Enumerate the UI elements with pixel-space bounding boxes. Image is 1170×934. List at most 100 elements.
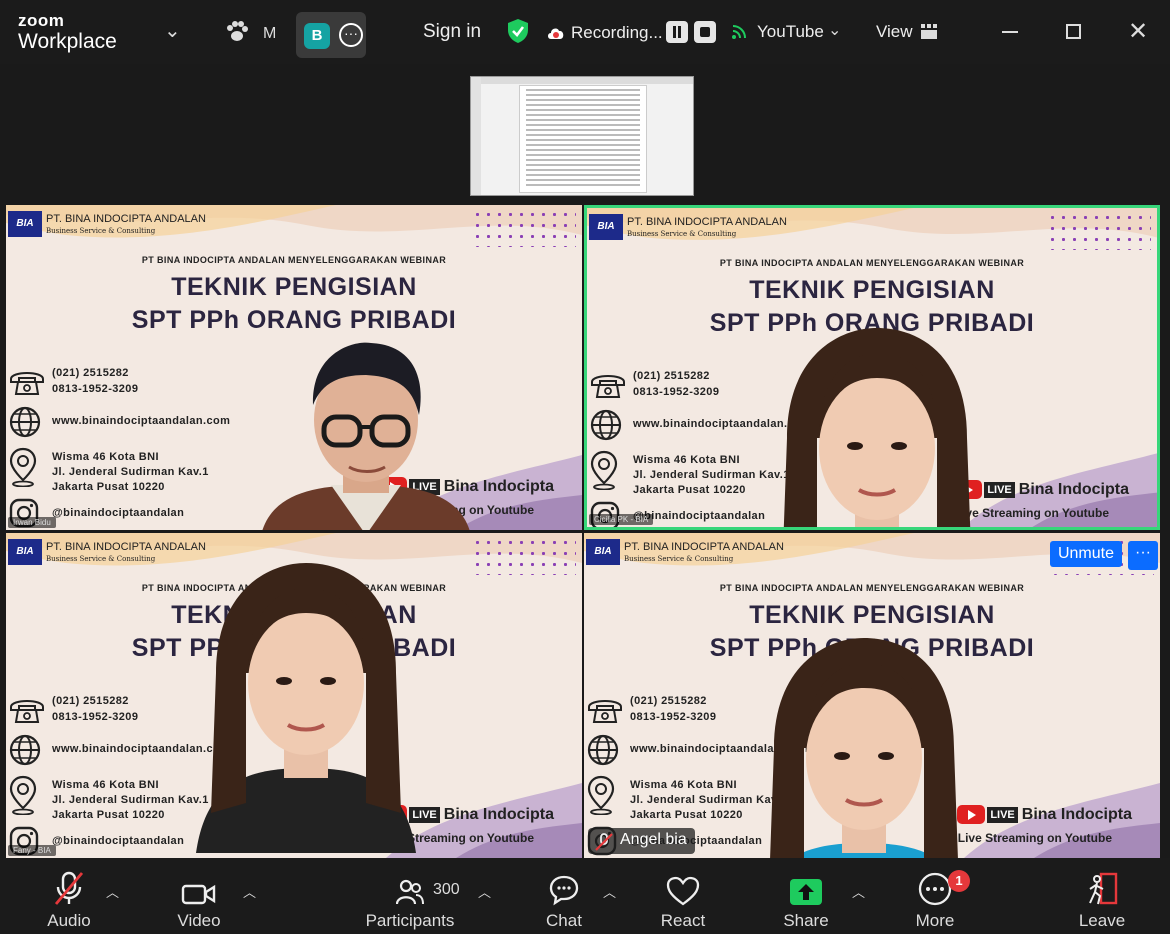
minimize-button[interactable] — [1002, 31, 1018, 33]
mobile-number: 0813-1952-3209 — [630, 711, 717, 723]
view-button[interactable]: View — [876, 22, 913, 42]
youtube-stream-menu[interactable]: YouTube — [757, 22, 824, 42]
camera-icon — [170, 858, 228, 906]
address-line-3: Jakarta Pusat 10220 — [52, 809, 165, 821]
audio-options-caret[interactable]: ︿ — [106, 882, 119, 901]
cloud-record-icon — [546, 26, 566, 45]
webinar-title-line-2: SPT PPh ORANG PRIBADI — [131, 306, 457, 334]
address-line-1: Wisma 46 Kota BNI — [52, 451, 159, 463]
mobile-number: 0813-1952-3209 — [52, 383, 139, 395]
zoom-logo: zoom Workplace — [18, 12, 117, 52]
share-button[interactable]: Share — [780, 858, 832, 931]
video-tile[interactable]: BIA PT. BINA INDOCIPTA ANDALAN Business Se… — [584, 205, 1160, 530]
location-pin-icon — [589, 450, 627, 492]
participant-video — [176, 553, 436, 858]
more-apps-icon[interactable]: ··· — [339, 23, 363, 47]
video-button[interactable]: Video — [170, 858, 228, 931]
share-options-caret[interactable]: ︿ — [852, 882, 865, 901]
mobile-number: 0813-1952-3209 — [633, 386, 720, 398]
instagram-handle: @binaindociptaandalan — [52, 835, 185, 847]
company-tagline: Business Service & Consulting — [46, 227, 156, 235]
share-label: Share — [783, 911, 829, 930]
location-pin-icon — [8, 447, 46, 489]
webinar-title-line-1: TEKNIK PENGISIAN — [749, 601, 995, 629]
brand-top-text: zoom — [18, 11, 65, 30]
webinar-eyebrow: PT BINA INDOCIPTA ANDALAN MENYELENGGARAK… — [141, 255, 447, 265]
company-name: PT. BINA INDOCIPTA ANDALAN — [46, 213, 206, 225]
company-tagline: Business Service & Consulting — [624, 555, 734, 563]
more-button[interactable]: More — [910, 858, 960, 931]
chat-button[interactable]: Chat — [538, 858, 590, 931]
globe-icon — [8, 733, 46, 766]
webinar-title-line-1: TEKNIK PENGISIAN — [171, 273, 417, 301]
chat-options-caret[interactable]: ︿ — [603, 882, 616, 901]
phone-icon — [8, 367, 46, 399]
tile-more-button[interactable]: ··· — [1128, 541, 1158, 570]
notification-badge: 1 — [948, 870, 970, 892]
video-tile[interactable]: BIA PT. BINA INDOCIPTA ANDALAN Business Se… — [6, 533, 582, 858]
address-line-3: Jakarta Pusat 10220 — [52, 481, 165, 493]
website-text: www.binaindociptaandalan.com — [52, 415, 231, 427]
heart-icon — [655, 858, 711, 906]
live-stream-icon — [731, 24, 749, 45]
chevron-down-icon[interactable]: ⌄ — [164, 18, 181, 43]
participant-name: Cicilia PK - BIA — [589, 514, 654, 525]
mobile-number: 0813-1952-3209 — [52, 711, 139, 723]
participant-video — [747, 318, 1007, 527]
sign-in-button[interactable]: Sign in — [423, 21, 481, 43]
mic-muted-icon — [594, 833, 616, 856]
phone-number: (021) 2515282 — [633, 370, 710, 382]
globe-icon — [586, 733, 624, 766]
recording-status: Recording... — [571, 23, 663, 42]
company-name: PT. BINA INDOCIPTA ANDALAN — [627, 216, 787, 228]
screen-share-thumbnail[interactable] — [470, 76, 694, 196]
participant-video — [734, 628, 994, 858]
instagram-handle: @binaindociptaandalan — [52, 507, 185, 519]
chevron-down-icon[interactable]: ⌄ — [828, 20, 841, 40]
grid-view-icon[interactable] — [921, 24, 937, 45]
app-shortcuts: B ··· — [296, 12, 366, 58]
phone-number: (021) 2515282 — [52, 695, 129, 707]
company-tagline: Business Service & Consulting — [46, 555, 156, 563]
participant-name: Fany - BIA — [8, 845, 56, 856]
meeting-controls: Audio ︿ Video ︿ Participants 300 ︿ Chat … — [0, 858, 1170, 934]
webinar-title-line-1: TEKNIK PENGISIAN — [749, 276, 995, 304]
address-line-1: Wisma 46 Kota BNI — [52, 779, 159, 791]
decorative-dots — [1047, 212, 1151, 250]
maximize-button[interactable] — [1066, 24, 1081, 39]
address-line-1: Wisma 46 Kota BNI — [633, 454, 740, 466]
chat-label: Chat — [546, 911, 582, 930]
meeting-label[interactable]: M — [263, 25, 276, 43]
address-line-3: Jakarta Pusat 10220 — [630, 809, 743, 821]
leave-button[interactable]: Leave — [1075, 858, 1129, 931]
participants-options-caret[interactable]: ︿ — [478, 882, 491, 901]
close-icon[interactable]: ✕ — [1128, 20, 1148, 44]
react-button[interactable]: React — [655, 858, 711, 931]
audio-button[interactable]: Audio — [40, 858, 98, 931]
decorative-dots — [472, 209, 576, 247]
brand-bottom-text: Workplace — [18, 30, 117, 53]
react-label: React — [660, 911, 706, 930]
pause-recording-button[interactable] — [666, 21, 688, 43]
share-sidebar — [471, 77, 481, 195]
company-logo: BIA — [8, 539, 42, 565]
more-label: More — [915, 911, 955, 930]
decorative-dots — [472, 537, 576, 575]
stop-recording-button[interactable] — [694, 21, 716, 43]
channel-name: Bina Indocipta — [1018, 480, 1129, 498]
share-toolbar — [471, 77, 693, 84]
unmute-button[interactable]: Unmute — [1049, 541, 1122, 567]
participant-name: Irwan Bidu — [8, 517, 56, 528]
company-name: PT. BINA INDOCIPTA ANDALAN — [624, 541, 784, 553]
company-logo: BIA — [8, 211, 42, 237]
shield-icon[interactable] — [506, 18, 530, 49]
video-tile[interactable]: BIA PT. BINA INDOCIPTA ANDALAN Business Se… — [584, 533, 1160, 858]
phone-number: (021) 2515282 — [630, 695, 707, 707]
avatar[interactable]: B — [304, 23, 330, 49]
video-tile[interactable]: BIA PT. BINA INDOCIPTA ANDALAN Business Se… — [6, 205, 582, 530]
paw-icon[interactable] — [224, 20, 250, 49]
globe-icon — [589, 408, 627, 441]
video-options-caret[interactable]: ︿ — [243, 882, 256, 901]
company-name: PT. BINA INDOCIPTA ANDALAN — [46, 541, 206, 553]
leave-icon — [1075, 858, 1129, 906]
